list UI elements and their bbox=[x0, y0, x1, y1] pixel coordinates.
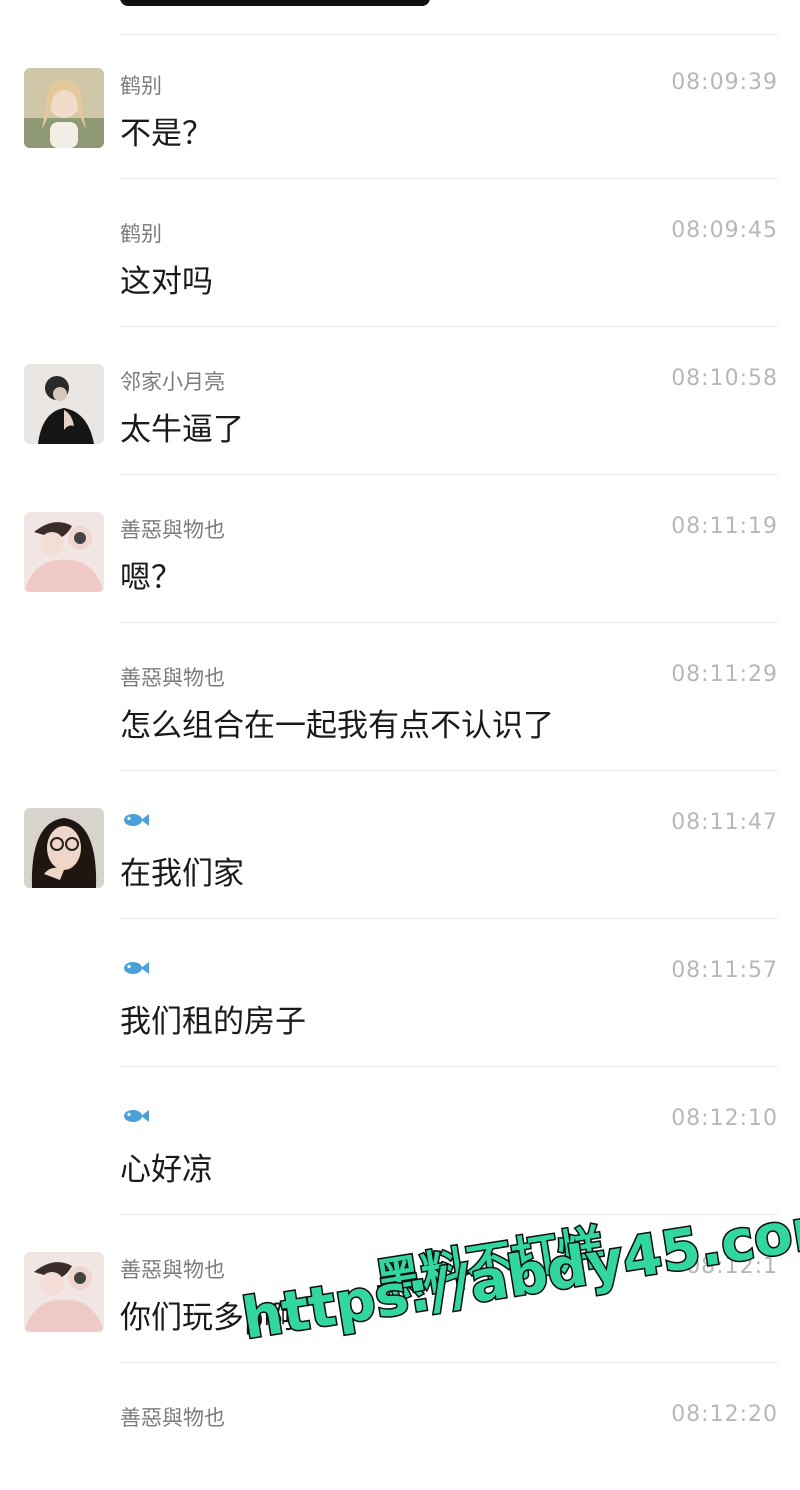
sender-name: 邻家小月亮 bbox=[120, 370, 225, 394]
divider bbox=[120, 326, 778, 327]
message-text: 在我们家 bbox=[120, 856, 244, 892]
message-time: 08:11:47 bbox=[671, 810, 778, 835]
message-text: 嗯？ bbox=[120, 560, 182, 596]
message-text: 怎么组合在一起我有点不认识了 bbox=[120, 708, 554, 744]
message-row[interactable]: 鹤别 08:09:45 这对吗 bbox=[0, 216, 800, 306]
message-time: 08:12:20 bbox=[671, 1402, 778, 1427]
message-row[interactable]: 善惡與物也 08:11:19 嗯？ bbox=[0, 512, 800, 602]
avatar[interactable] bbox=[24, 364, 104, 444]
fish-icon bbox=[124, 1110, 149, 1122]
message-row[interactable]: 善惡與物也 08:11:29 怎么组合在一起我有点不认识了 bbox=[0, 660, 800, 750]
message-row[interactable]: 08:11:57 我们租的房子 bbox=[0, 956, 800, 1046]
media-card-top[interactable] bbox=[120, 0, 430, 6]
message-time: 08:11:19 bbox=[671, 514, 778, 539]
message-text: 你们玩多p啊 bbox=[120, 1300, 295, 1336]
divider bbox=[120, 178, 778, 179]
divider bbox=[120, 770, 778, 771]
message-text: 这对吗 bbox=[120, 264, 213, 300]
sender-name: 善惡與物也 bbox=[120, 1258, 225, 1282]
divider bbox=[120, 1214, 778, 1215]
message-text: 我们租的房子 bbox=[120, 1004, 306, 1040]
fish-icon bbox=[124, 814, 149, 826]
message-time: 08:12:10 bbox=[671, 1106, 778, 1131]
fish-icon bbox=[124, 962, 149, 974]
sender-name: 鹤别 bbox=[120, 222, 162, 246]
message-time: 08:09:39 bbox=[671, 70, 778, 95]
message-row[interactable]: 08:11:47 在我们家 bbox=[0, 808, 800, 898]
message-time: 08:11:29 bbox=[671, 662, 778, 687]
sender-name: 善惡與物也 bbox=[120, 1406, 225, 1430]
message-time: 08:10:58 bbox=[671, 366, 778, 391]
message-time: 08:11:57 bbox=[671, 958, 778, 983]
divider bbox=[120, 1362, 778, 1363]
message-row[interactable]: 08:12:10 心好凉 bbox=[0, 1104, 800, 1194]
divider bbox=[120, 34, 778, 35]
divider bbox=[120, 1066, 778, 1067]
message-row[interactable]: 善惡與物也 08:12:1 你们玩多p啊 bbox=[0, 1252, 800, 1342]
divider bbox=[120, 622, 778, 623]
message-text: 不是？ bbox=[120, 116, 213, 152]
sender-name: 善惡與物也 bbox=[120, 666, 225, 690]
avatar[interactable] bbox=[24, 808, 104, 888]
sender-name: 善惡與物也 bbox=[120, 518, 225, 542]
message-text: 心好凉 bbox=[120, 1152, 213, 1188]
avatar[interactable] bbox=[24, 512, 104, 592]
message-row[interactable]: 善惡與物也 08:12:20 bbox=[0, 1400, 800, 1490]
sender-name: 鹤别 bbox=[120, 74, 162, 98]
divider bbox=[120, 474, 778, 475]
divider bbox=[120, 918, 778, 919]
message-text: 太牛逼了 bbox=[120, 412, 244, 448]
avatar[interactable] bbox=[24, 68, 104, 148]
message-row[interactable]: 鹤别 08:09:39 不是？ bbox=[0, 68, 800, 158]
message-time: 08:09:45 bbox=[671, 218, 778, 243]
message-row[interactable]: 邻家小月亮 08:10:58 太牛逼了 bbox=[0, 364, 800, 454]
avatar[interactable] bbox=[24, 1252, 104, 1332]
message-time: 08:12:1 bbox=[686, 1254, 778, 1279]
